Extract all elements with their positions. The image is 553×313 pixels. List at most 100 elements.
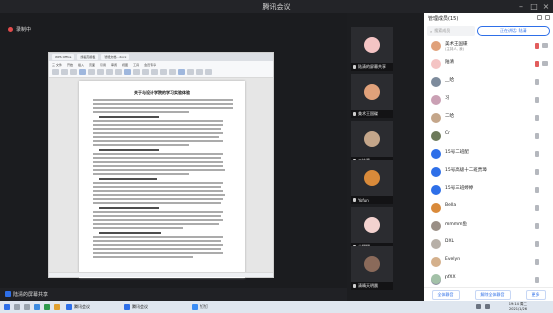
more-button[interactable]: 更多 [525,289,546,300]
document-text-line [99,232,161,234]
video-tile[interactable]: 美术王国碟 [351,74,393,118]
shared-document-window: WPS Office 找稻壳模板 智能文档...docx 三 文件 开始 插入 … [48,52,274,278]
maximize-icon[interactable]: □ [528,1,540,12]
video-tile[interactable]: 小猫猫 [351,207,393,251]
member-name: mmmm鱼 [445,222,468,227]
mic-muted-icon[interactable] [535,43,539,49]
mic-icon[interactable] [535,79,539,85]
toolbar-icon [160,69,167,75]
member-search-input[interactable]: ⌕ 搜索成员 [427,26,475,36]
member-name: 15号高级十二班贾璋 [445,168,487,173]
collapse-icon[interactable] [545,15,550,20]
member-row[interactable]: mmmm鱼 [424,218,553,234]
record-dot-icon [8,27,13,32]
document-text-line [93,111,189,113]
member-row[interactable]: 15号三班婷婷 [424,182,553,198]
taskbar-item-label: 钉钉 [200,304,208,309]
avatar [364,217,380,233]
minimize-icon[interactable]: – [515,1,527,12]
member-row[interactable]: Evelyn [424,254,553,270]
video-tile[interactable]: 清晴天明晨 [351,246,393,290]
wps-menu-item: 页面 [89,63,96,67]
toolbar-icon [70,69,77,75]
mute-all-button[interactable]: 全体静音 [431,289,460,300]
mic-icon[interactable] [535,169,539,175]
document-text-line [93,165,223,167]
close-icon[interactable]: × [540,1,552,12]
taskbar-item-meeting[interactable]: 腾讯会议 [66,303,90,311]
popout-icon[interactable] [537,15,542,20]
document-text-line [93,128,221,130]
tile-name: 陆清的屏幕共享 [358,64,386,69]
document-text-line [93,240,221,242]
volume-icon[interactable] [485,304,490,309]
mic-icon[interactable] [535,187,539,193]
wps-toolbar [52,69,270,76]
dingtalk-icon [192,304,198,310]
toolbar-icon [61,69,68,75]
window-title: 腾讯会议 [262,3,291,11]
mic-icon [353,198,356,202]
panel-tools [537,15,550,20]
wps-menu-item: 工具 [133,63,140,67]
member-row[interactable]: DXL [424,236,553,252]
document-text-line [93,190,223,192]
start-icon[interactable] [4,304,10,310]
member-row[interactable]: 二哈 [424,110,553,126]
toolbar-icon [133,69,140,75]
mic-icon[interactable] [535,115,539,121]
video-tile[interactable]: 二妹爱 [351,121,393,165]
network-icon[interactable] [476,304,481,309]
member-row[interactable]: 陆清 [424,56,553,72]
document-text-line [93,215,221,217]
camera-icon[interactable] [542,61,548,66]
member-row[interactable]: 15号二班配 [424,146,553,162]
folder-icon[interactable] [54,304,60,310]
unmute-all-button[interactable]: 解除全体静音 [474,289,511,300]
taskbar-item-label: 腾讯会议 [74,304,90,309]
video-tile[interactable]: 陆清的屏幕共享 [351,27,393,71]
video-tile[interactable]: Yofun [351,160,393,204]
document-text-line [93,132,223,134]
mic-icon[interactable] [535,205,539,211]
members-panel: 管理成员(15) ⌕ 搜索成员 正在讲话: 陆清 美术王国碟 (主持人, 我) … [424,13,553,301]
avatar [431,131,441,141]
mic-muted-icon[interactable] [535,61,539,67]
tile-name-bar: 美术王国碟 [351,110,393,118]
mic-icon[interactable] [535,277,539,283]
search-icon[interactable] [14,304,20,310]
avatar [431,203,441,213]
document-text-line [99,178,157,180]
document-text-line [93,107,233,109]
app-icon[interactable] [44,304,50,310]
task-view-icon[interactable] [24,304,30,310]
taskbar-clock[interactable]: 19:14 周二 2021/1/26 [509,302,527,312]
toolbar-icon [52,69,59,75]
taskbar-item-dingtalk[interactable]: 钉钉 [192,303,208,311]
mic-icon[interactable] [535,241,539,247]
document-text-line [93,124,223,126]
wps-menu-item: 引用 [100,63,107,67]
member-row[interactable]: 15号高级十二班贾璋 [424,164,553,180]
mic-icon[interactable] [535,259,539,265]
member-row[interactable]: __哈 [424,74,553,90]
member-row[interactable]: Bella [424,200,553,216]
mic-icon[interactable] [535,223,539,229]
document-text-line [93,244,223,246]
member-row[interactable]: 美术王国碟 (主持人, 我) [424,38,553,54]
member-row[interactable]: 习 [424,92,553,108]
taskbar-item-meeting[interactable]: 腾讯会议 [124,303,148,311]
camera-icon[interactable] [542,43,548,48]
toolbar-icon [142,69,149,75]
toolbar-icon [124,69,131,75]
document-text-line [93,136,219,138]
member-row[interactable]: nfXX [424,272,553,288]
recording-indicator[interactable]: 录制中 [8,26,31,33]
member-row[interactable]: Cr [424,128,553,144]
avatar [431,221,441,231]
mic-icon[interactable] [535,97,539,103]
mic-icon[interactable] [535,133,539,139]
mic-icon[interactable] [535,151,539,157]
screen-share-button[interactable]: 陆清的屏幕共享 [5,290,48,298]
browser-icon[interactable] [34,304,40,310]
